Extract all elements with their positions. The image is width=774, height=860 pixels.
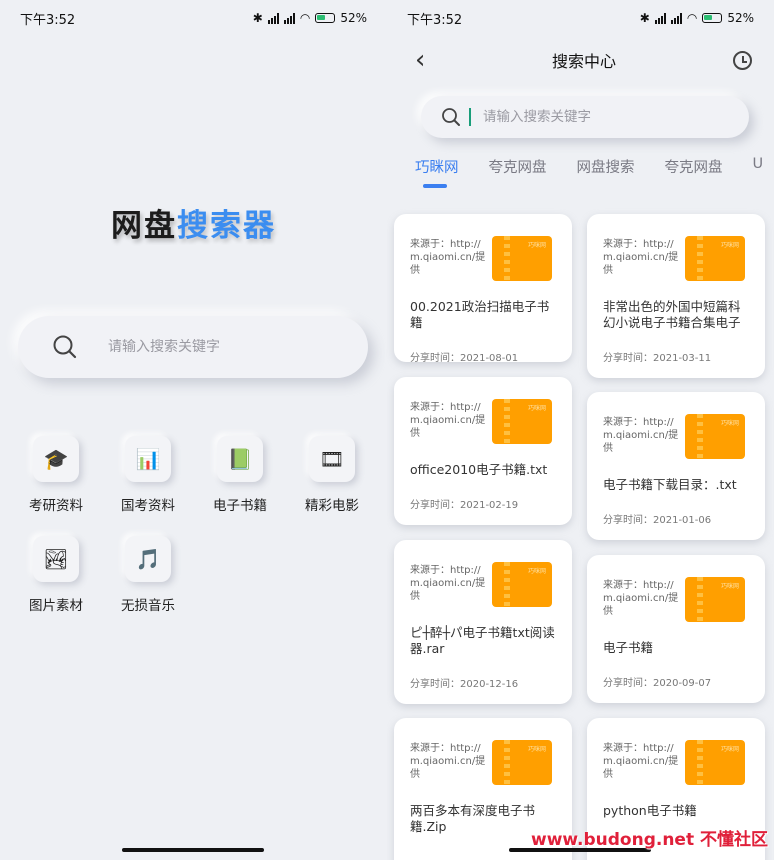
result-card[interactable]: 来源于：http://m.qiaomi.cn/提供 巧咪网 00.2021政治扫… [394, 214, 572, 364]
zip-file-thumbnail-icon: 巧咪网 [492, 562, 552, 607]
category-music[interactable]: 🎵 无损音乐 [102, 536, 194, 614]
page-title: 搜索中心 [551, 52, 616, 71]
category-label: 无损音乐 [121, 598, 175, 614]
signal-icon-2 [670, 12, 682, 24]
card-date: 分享时间：2020-12-16 [410, 679, 519, 690]
brand-part-1: 网盘 [111, 208, 177, 244]
battery-percent: 52% [727, 11, 754, 25]
category-grid: 🎓 考研资料 📊 国考资料 📗 电子书籍 🎞 精彩电影 🏞 图片素材 🎵 无损音… [10, 436, 380, 614]
category-label: 图片素材 [29, 598, 83, 614]
bluetooth-icon: ✱ [639, 11, 650, 25]
signal-icon [654, 12, 666, 24]
card-title: ピ┼醉┼パ电子书籍txt阅读器.rar [410, 625, 555, 656]
bluetooth-icon: ✱ [252, 11, 263, 25]
category-guokao[interactable]: 📊 国考资料 [102, 436, 194, 514]
tab-quark-pan[interactable]: 夸克网盘 [489, 156, 547, 188]
watermark-text: www.budong.net 不懂社区 [530, 830, 768, 850]
landscape-image-icon: 🏞 [33, 536, 79, 582]
monitor-chart-icon: 📊 [125, 436, 171, 482]
card-source: 来源于：http://m.qiaomi.cn/提供 [410, 239, 486, 276]
category-label: 考研资料 [29, 498, 83, 514]
category-label: 精彩电影 [305, 498, 359, 514]
home-search-bar[interactable] [18, 316, 368, 378]
search-icon[interactable] [52, 334, 78, 360]
tab-qiaomi[interactable]: 巧眯网 [415, 156, 459, 188]
battery-percent: 52% [340, 11, 367, 25]
card-title: 电子书籍 [603, 640, 654, 655]
card-source: 来源于：http://m.qiaomi.cn/提供 [603, 580, 679, 617]
zip-file-thumbnail-icon: 巧咪网 [685, 414, 745, 459]
search-icon[interactable] [441, 107, 461, 127]
film-reel-icon: 🎞 [309, 436, 355, 482]
status-bar: 下午3:52 ✱ ◠ 52% [387, 0, 774, 36]
zip-file-thumbnail-icon: 巧咪网 [685, 740, 745, 785]
search-bar[interactable] [421, 96, 749, 138]
home-screen: 下午3:52 ✱ ◠ 52% 网盘搜索器 🎓 考研资料 📊 [0, 0, 387, 860]
source-tabs: 巧眯网 夸克网盘 网盘搜索 夸克网盘 U [387, 156, 774, 192]
card-source: 来源于：http://m.qiaomi.cn/提供 [603, 239, 679, 276]
wifi-icon: ◠ [686, 11, 698, 25]
zip-file-thumbnail-icon: 巧咪网 [685, 577, 745, 622]
status-icons: ✱ ◠ 52% [253, 11, 367, 25]
card-source: 来源于：http://m.qiaomi.cn/提供 [603, 417, 679, 454]
card-title: 00.2021政治扫描电子书籍 [410, 299, 550, 330]
status-bar: 下午3:52 ✱ ◠ 52% [0, 0, 387, 36]
zip-file-thumbnail-icon: 巧咪网 [492, 399, 552, 444]
music-note-icon: 🎵 [125, 536, 171, 582]
card-date: 分享时间：2021-02-19 [410, 500, 519, 511]
card-source: 来源于：http://m.qiaomi.cn/提供 [410, 402, 486, 439]
category-label: 电子书籍 [213, 498, 267, 514]
top-app-bar: ‹ 搜索中心 [387, 38, 774, 82]
card-title: 非常出色的外国中短篇科幻小说电子书籍合集电子书… [603, 299, 741, 330]
result-card[interactable]: 来源于：http://m.qiaomi.cn/提供 巧咪网 电子书籍 分享时间：… [587, 555, 765, 703]
card-title: office2010电子书籍.txt [410, 462, 548, 477]
zip-file-thumbnail-icon: 巧咪网 [685, 236, 745, 281]
status-icons: ✱ ◠ 52% [640, 11, 754, 25]
home-indicator[interactable] [122, 848, 264, 852]
signal-icon-2 [283, 12, 295, 24]
tab-u[interactable]: U [753, 156, 764, 188]
brand-part-2: 搜索器 [177, 208, 276, 244]
card-source: 来源于：http://m.qiaomi.cn/提供 [410, 743, 486, 780]
result-card[interactable]: 来源于：http://m.qiaomi.cn/提供 巧咪网 非常出色的外国中短篇… [587, 214, 765, 378]
card-date: 分享时间：2021-08-01 [410, 353, 519, 364]
back-arrow-icon[interactable]: ‹ [415, 45, 435, 75]
card-date: 分享时间：2020-09-07 [603, 678, 712, 689]
card-date: 分享时间：2021-01-06 [603, 515, 712, 526]
wifi-icon: ◠ [299, 11, 311, 25]
app-root: 下午3:52 ✱ ◠ 52% 网盘搜索器 🎓 考研资料 📊 [0, 0, 774, 860]
category-kaoyan[interactable]: 🎓 考研资料 [10, 436, 102, 514]
tab-quark-pan-2[interactable]: 夸克网盘 [665, 156, 723, 188]
ebook-icon: 📗 [217, 436, 263, 482]
battery-icon [315, 13, 336, 23]
status-time: 下午3:52 [407, 12, 463, 28]
zip-file-thumbnail-icon: 巧咪网 [492, 236, 552, 281]
card-title: 电子书籍下载目录：.txt [603, 477, 737, 492]
card-title: python电子书籍 [603, 803, 697, 818]
search-center-screen: 下午3:52 ✱ ◠ 52% ‹ 搜索中心 巧眯网 夸克网盘 网盘搜索 夸克 [387, 0, 774, 860]
result-card[interactable]: 来源于：http://m.qiaomi.cn/提供 巧咪网 电子书籍下载目录：.… [587, 392, 765, 540]
signal-icon [267, 12, 279, 24]
tab-pan-search[interactable]: 网盘搜索 [577, 156, 635, 188]
history-clock-icon[interactable] [732, 50, 752, 70]
graduation-cap-icon: 🎓 [33, 436, 79, 482]
category-images[interactable]: 🏞 图片素材 [10, 536, 102, 614]
card-source: 来源于：http://m.qiaomi.cn/提供 [410, 565, 486, 602]
category-ebooks[interactable]: 📗 电子书籍 [194, 436, 286, 514]
battery-icon [702, 13, 723, 23]
zip-file-thumbnail-icon: 巧咪网 [492, 740, 552, 785]
category-movies[interactable]: 🎞 精彩电影 [286, 436, 378, 514]
result-card[interactable]: 来源于：http://m.qiaomi.cn/提供 巧咪网 office2010… [394, 377, 572, 525]
search-input[interactable] [483, 109, 723, 125]
card-date: 分享时间：2021-03-11 [603, 353, 712, 364]
status-time: 下午3:52 [20, 12, 76, 28]
category-label: 国考资料 [121, 498, 175, 514]
home-search-input[interactable] [108, 339, 328, 355]
app-brand-title: 网盘搜索器 [0, 200, 387, 245]
card-source: 来源于：http://m.qiaomi.cn/提供 [603, 743, 679, 780]
text-cursor [469, 108, 471, 126]
result-card[interactable]: 来源于：http://m.qiaomi.cn/提供 巧咪网 ピ┼醉┼パ电子书籍t… [394, 540, 572, 704]
